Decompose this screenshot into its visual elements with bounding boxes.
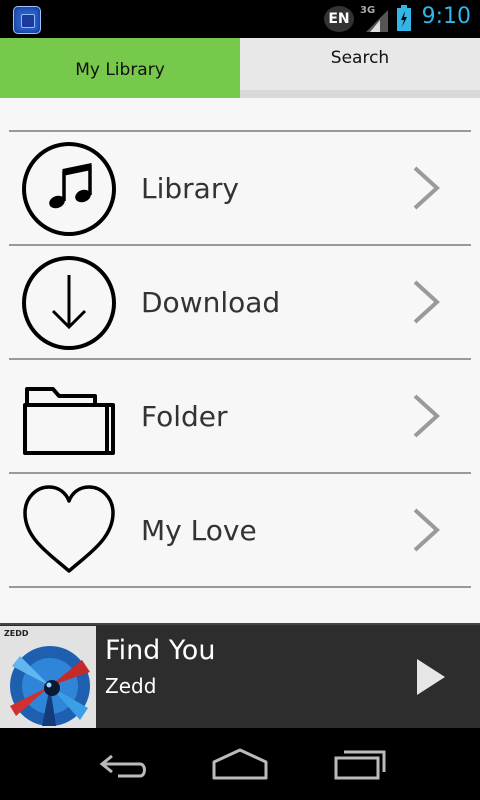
chevron-right-icon xyxy=(413,508,440,552)
menu-item-label: Download xyxy=(141,285,281,319)
network-type-label: 3G xyxy=(360,5,376,16)
tab-bar: My Library Search xyxy=(0,38,480,98)
tab-search-label: Search xyxy=(330,48,390,68)
library-menu-list: Library Download Folder My Love xyxy=(9,130,471,588)
tab-my-library[interactable]: My Library xyxy=(0,38,240,98)
heart-icon xyxy=(23,485,115,573)
menu-item-library[interactable]: Library xyxy=(9,132,471,246)
status-clock: 9:10 xyxy=(421,4,471,29)
menu-item-download[interactable]: Download xyxy=(9,246,471,360)
menu-item-label: Folder xyxy=(141,399,228,433)
menu-item-label: My Love xyxy=(141,513,257,547)
download-icon xyxy=(22,256,116,350)
music-note-icon xyxy=(22,142,116,236)
track-artist: Zedd xyxy=(105,674,157,698)
system-navigation-bar xyxy=(0,728,480,800)
menu-item-my-love[interactable]: My Love xyxy=(9,474,471,588)
folder-icon xyxy=(23,387,115,455)
tab-my-library-label: My Library xyxy=(75,60,165,80)
language-badge: EN xyxy=(324,6,354,32)
chevron-right-icon xyxy=(413,166,440,210)
recent-apps-icon[interactable] xyxy=(330,746,390,782)
menu-item-label: Library xyxy=(141,171,239,205)
signal-icon: 3G xyxy=(360,5,390,32)
chevron-right-icon xyxy=(413,394,440,438)
album-cover-text: ZEDD xyxy=(4,629,29,638)
status-bar: EN 3G 9:10 xyxy=(0,0,480,38)
tab-search[interactable]: Search xyxy=(240,38,480,98)
album-art[interactable]: ZEDD xyxy=(0,626,96,730)
chevron-right-icon xyxy=(413,280,440,324)
menu-item-folder[interactable]: Folder xyxy=(9,360,471,474)
battery-icon xyxy=(397,5,411,31)
now-playing-bar[interactable]: ZEDD Find You Zedd xyxy=(0,623,480,730)
home-icon[interactable] xyxy=(210,746,270,782)
app-notification-icon xyxy=(13,6,41,34)
back-icon[interactable] xyxy=(90,746,150,782)
play-icon[interactable] xyxy=(414,657,448,697)
track-title: Find You xyxy=(105,635,216,666)
